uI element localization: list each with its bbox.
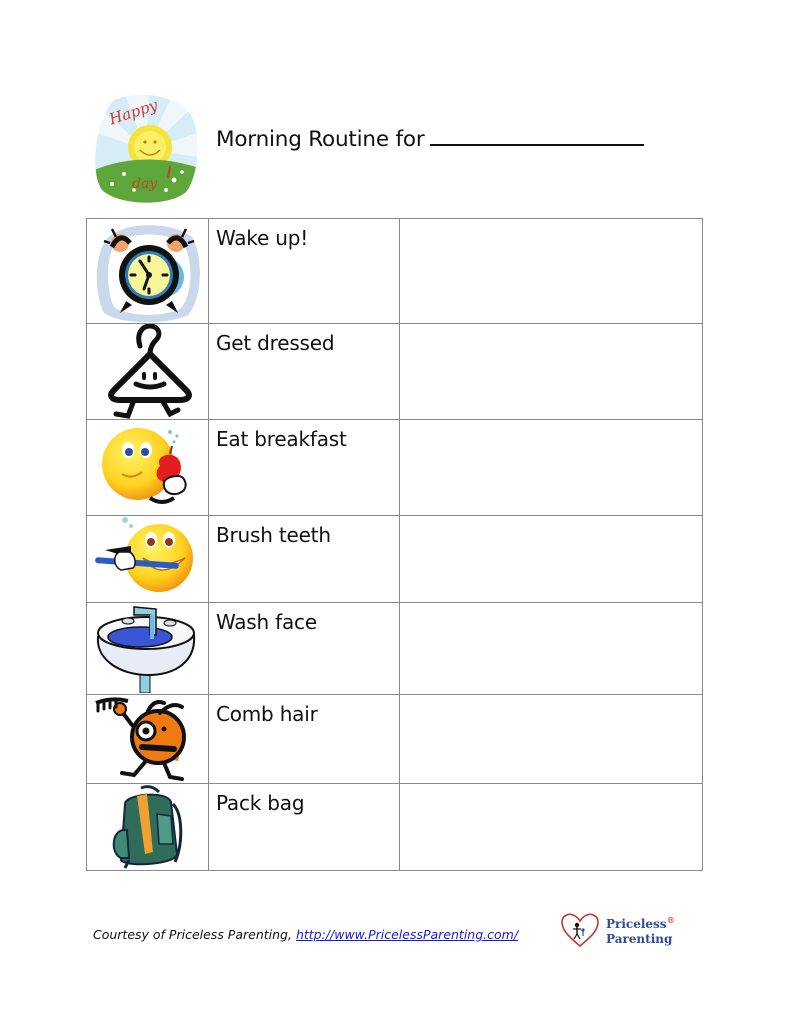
task-label: Wake up!: [215, 226, 309, 250]
task-label: Wash face: [215, 610, 317, 634]
completion-cell[interactable]: [399, 515, 703, 603]
table-row: Get dressed: [86, 323, 703, 420]
task-cell: Wash face: [207, 602, 401, 695]
task-cell: Eat breakfast: [207, 419, 401, 516]
table-row: Eat breakfast: [86, 419, 703, 516]
task-cell: Brush teeth: [207, 515, 401, 603]
table-row: Wash face: [86, 602, 703, 695]
row-icon-cell: [86, 515, 209, 603]
completion-cell[interactable]: [399, 218, 703, 324]
svg-text:day: day: [132, 176, 158, 192]
routine-table: Wake up! Get dressed Eat breakfast Brush…: [86, 218, 703, 871]
registered-mark: ®: [666, 915, 675, 925]
task-cell: Pack bag: [207, 783, 401, 871]
brand-line-1: Priceless: [606, 917, 667, 931]
table-row: Brush teeth: [86, 515, 703, 603]
alarm-clock-icon: [97, 225, 201, 323]
clothes-hanger-icon: [108, 324, 193, 419]
task-cell: Wake up!: [207, 218, 401, 324]
table-row: Pack bag: [86, 783, 703, 871]
worksheet-page: Happy day Morning Routine for Wake up! G…: [0, 0, 788, 1020]
heart-family-icon: [561, 913, 599, 948]
completion-cell[interactable]: [399, 602, 703, 695]
page-title: Morning Routine for: [216, 124, 645, 152]
task-label: Get dressed: [215, 331, 335, 355]
row-icon-cell: [86, 783, 209, 871]
title-text: Morning Routine for: [216, 127, 425, 152]
smiley-eating-apple-icon: [102, 428, 188, 504]
row-icon-cell: [86, 602, 209, 695]
website-link[interactable]: http://www.PricelessParenting.com/: [296, 927, 518, 942]
row-icon-cell: [86, 419, 209, 516]
completion-cell[interactable]: [399, 694, 703, 784]
courtesy-text: Courtesy of Priceless Parenting,: [93, 927, 296, 942]
comb-character-icon: [95, 697, 187, 781]
row-icon-cell: [86, 218, 209, 324]
child-name-blank[interactable]: [430, 124, 645, 146]
task-cell: Comb hair: [207, 694, 401, 784]
courtesy-footer: Courtesy of Priceless Parenting, http://…: [93, 927, 518, 942]
row-icon-cell: [86, 323, 209, 420]
completion-cell[interactable]: [399, 419, 703, 516]
priceless-parenting-logo: Priceless® Parenting: [560, 910, 680, 950]
backpack-icon: [113, 785, 183, 869]
completion-cell[interactable]: [399, 783, 703, 871]
row-icon-cell: [86, 694, 209, 784]
sink-icon: [97, 606, 196, 693]
task-label: Pack bag: [215, 791, 305, 815]
task-label: Comb hair: [215, 702, 318, 726]
task-cell: Get dressed: [207, 323, 401, 420]
completion-cell[interactable]: [399, 323, 703, 420]
task-label: Eat breakfast: [215, 427, 347, 451]
happy-day-sun-icon: Happy day: [95, 94, 198, 203]
brand-line-2: Parenting: [606, 932, 673, 946]
table-row: Comb hair: [86, 694, 703, 784]
table-row: Wake up!: [86, 218, 703, 324]
brand-name: Priceless® Parenting: [606, 913, 675, 947]
task-label: Brush teeth: [215, 523, 331, 547]
smiley-toothbrush-icon: [95, 517, 194, 592]
